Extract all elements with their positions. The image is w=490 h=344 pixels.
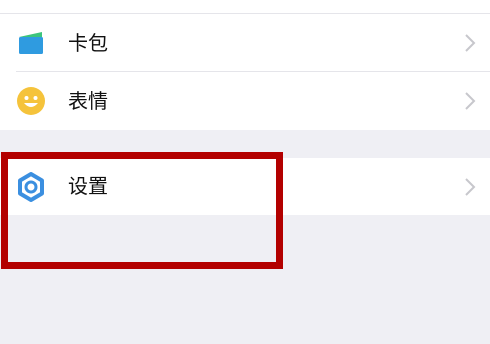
list-item-label: 卡包 xyxy=(68,31,108,55)
chevron-right-icon xyxy=(465,178,476,196)
top-separator xyxy=(0,0,490,14)
smiley-icon xyxy=(17,87,45,115)
list-item-label: 表情 xyxy=(68,89,108,113)
highlight-box xyxy=(1,152,283,269)
settings-group-1: 卡包 表情 xyxy=(0,14,490,130)
chevron-right-icon xyxy=(465,34,476,52)
chevron-right-icon xyxy=(465,92,476,110)
wallet-icon xyxy=(19,32,43,54)
list-item-stickers[interactable]: 表情 xyxy=(0,72,490,130)
list-item-card-wallet[interactable]: 卡包 xyxy=(0,14,490,72)
